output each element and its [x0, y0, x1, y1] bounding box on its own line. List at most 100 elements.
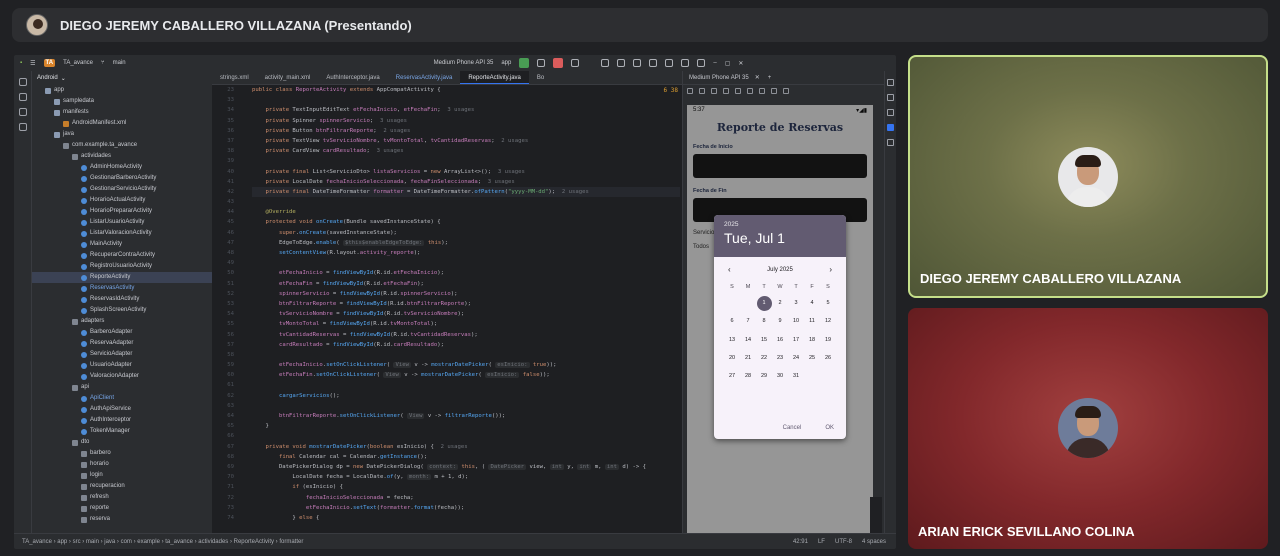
tree-item[interactable]: AuthApiService	[32, 404, 212, 415]
code-line[interactable]: private Spinner spinnerServicio; 3 usage…	[252, 116, 680, 126]
code-line[interactable]: private LocalDate fechaInicioSeleccionad…	[252, 177, 680, 187]
code-line[interactable]: setContentView(R.layout.activity_reporte…	[252, 248, 680, 258]
ai-assistant-icon[interactable]	[887, 139, 894, 146]
code-line[interactable]	[252, 258, 680, 268]
day-cell[interactable]: 28	[740, 367, 756, 385]
device-selector[interactable]: Medium Phone API 35	[434, 60, 494, 66]
day-cell[interactable]: 1	[756, 294, 772, 312]
ok-button[interactable]: OK	[825, 425, 834, 431]
code-editor[interactable]: 23 33 34 35 36 37 38 39 40 41 42 43 44 45 46 47 48 49 50 51…	[212, 85, 682, 533]
chevron-right-icon[interactable]: ›	[829, 265, 832, 274]
main-menu-icon[interactable]: ☰	[30, 60, 35, 67]
day-cell[interactable]: 21	[740, 349, 756, 367]
zoom-controls[interactable]	[870, 497, 882, 533]
editor-tab[interactable]: AuthInterceptor.java	[318, 71, 387, 84]
tree-item[interactable]: BarberoAdapter	[32, 327, 212, 338]
tree-item[interactable]: MainActivity	[32, 239, 212, 250]
code-line[interactable]: etFechaFin.setOnClickListener( View v ->…	[252, 370, 680, 380]
gradle-icon[interactable]	[887, 109, 894, 116]
tree-item[interactable]: login	[32, 470, 212, 481]
tree-item[interactable]: GestionarServicioActivity	[32, 184, 212, 195]
code-line[interactable]: private TextInputEditText etFechaInicio,…	[252, 105, 680, 115]
day-cell[interactable]: 2	[772, 294, 788, 312]
tree-item[interactable]: AuthInterceptor	[32, 415, 212, 426]
tree-item[interactable]: dto	[32, 437, 212, 448]
code-line[interactable]: protected void onCreate(Bundle savedInst…	[252, 217, 680, 227]
code-line[interactable]: private TextView tvServicioNombre, tvMon…	[252, 136, 680, 146]
maximize-icon[interactable]: ▢	[725, 60, 731, 67]
code-line[interactable]: tvServicioNombre = findViewById(R.id.tvS…	[252, 309, 680, 319]
tree-item[interactable]: HorarioPrepararActivity	[32, 206, 212, 217]
editor-tab[interactable]: activity_main.xml	[257, 71, 319, 84]
code-line[interactable]: btnFiltrarReporte = findViewById(R.id.bt…	[252, 299, 680, 309]
code-line[interactable]: private final DateTimeFormatter formatte…	[252, 186, 680, 198]
tree-item[interactable]: ApiClient	[32, 393, 212, 404]
code-line[interactable]	[252, 380, 680, 390]
day-cell[interactable]: 5	[820, 294, 836, 312]
code-line[interactable]: etFechaInicio.setOnClickListener( View v…	[252, 360, 680, 370]
editor-tab[interactable]: Bo	[529, 71, 552, 84]
participant-tile-2[interactable]: ARIAN ERICK SEVILLANO COLINA	[908, 308, 1268, 549]
project-tool-icon[interactable]	[18, 78, 27, 86]
code-line[interactable]: cargarServicios();	[252, 391, 680, 401]
debug-icon[interactable]	[537, 59, 546, 67]
day-cell[interactable]: 23	[772, 349, 788, 367]
tree-item[interactable]: ReporteActivity	[32, 272, 212, 283]
account-icon[interactable]	[697, 59, 706, 67]
project-view-title[interactable]: Android	[37, 75, 58, 81]
project-name[interactable]: TA_avance	[63, 60, 93, 66]
code-line[interactable]: }	[252, 421, 680, 431]
code-line[interactable]: private final List<ServicioDto> listaSer…	[252, 167, 680, 177]
day-cell[interactable]: 22	[756, 349, 772, 367]
tree-item[interactable]: actividades	[32, 151, 212, 162]
cancel-button[interactable]: Cancel	[783, 425, 802, 431]
rotate-icon[interactable]	[723, 88, 729, 94]
phone-screen[interactable]: 5:37 ▾◢▮ Reporte de Reservas Fecha de In…	[687, 105, 873, 533]
tree-item[interactable]: ListarUsuarioActivity	[32, 217, 212, 228]
code-line[interactable]: tvMontoTotal = findViewById(R.id.tvMonto…	[252, 319, 680, 329]
code-line[interactable]: cardResultado = findViewById(R.id.cardRe…	[252, 340, 680, 350]
day-cell[interactable]: 26	[820, 349, 836, 367]
tree-item[interactable]: ReservasActivity	[32, 283, 212, 294]
code-line[interactable]: DatePickerDialog dp = new DatePickerDial…	[252, 462, 680, 472]
code-line[interactable]: etFechaFin = findViewById(R.id.etFechaFi…	[252, 279, 680, 289]
tree-item[interactable]: reporte	[32, 503, 212, 514]
day-cell[interactable]: 14	[740, 331, 756, 349]
screenshot-icon[interactable]	[771, 88, 777, 94]
sync-icon[interactable]	[601, 59, 610, 67]
code-line[interactable]: } else {	[252, 513, 680, 523]
code-line[interactable]: btnFiltrarReporte.setOnClickListener( Vi…	[252, 411, 680, 421]
tree-item[interactable]: ListarValoracionActivity	[32, 228, 212, 239]
code-line[interactable]	[252, 95, 680, 105]
day-cell[interactable]: 9	[772, 312, 788, 330]
editor-tab[interactable]: ReporteActivity.java	[460, 71, 529, 84]
home-icon[interactable]	[747, 88, 753, 94]
day-cell[interactable]: 25	[804, 349, 820, 367]
chevron-left-icon[interactable]: ‹	[728, 265, 731, 274]
code-line[interactable]: spinnerServicio = findViewById(R.id.spin…	[252, 289, 680, 299]
gemini-icon[interactable]	[887, 94, 894, 101]
indent-setting[interactable]: 4 spaces	[862, 539, 886, 545]
code-line[interactable]: etFechaInicio.setText(formatter.format(f…	[252, 503, 680, 513]
code-line[interactable]	[252, 156, 680, 166]
day-cell[interactable]: 3	[788, 294, 804, 312]
sdk-icon[interactable]	[633, 59, 642, 67]
back-icon[interactable]	[735, 88, 741, 94]
close-icon[interactable]: ✕	[738, 60, 743, 67]
branch-name[interactable]: main	[113, 60, 126, 66]
overview-icon[interactable]	[759, 88, 765, 94]
editor-tab[interactable]: ReservasActivity.java	[388, 71, 461, 84]
code-line[interactable]: fechaInicioSeleccionada = fecha;	[252, 493, 680, 503]
tree-item[interactable]: SplashScreenActivity	[32, 305, 212, 316]
file-encoding[interactable]: UTF-8	[835, 539, 852, 545]
running-devices-icon[interactable]	[887, 124, 894, 131]
more-icon[interactable]	[783, 88, 789, 94]
code-lines[interactable]: public class ReporteActivity extends App…	[252, 85, 680, 523]
day-cell[interactable]: 13	[724, 331, 740, 349]
code-line[interactable]: if (esInicio) {	[252, 482, 680, 492]
add-icon[interactable]: +	[768, 75, 772, 81]
tree-item[interactable]: ServicioAdapter	[32, 349, 212, 360]
code-line[interactable]: LocalDate fecha = LocalDate.of(y, month:…	[252, 472, 680, 482]
tree-item[interactable]: java	[32, 129, 212, 140]
volume-down-icon[interactable]	[711, 88, 717, 94]
